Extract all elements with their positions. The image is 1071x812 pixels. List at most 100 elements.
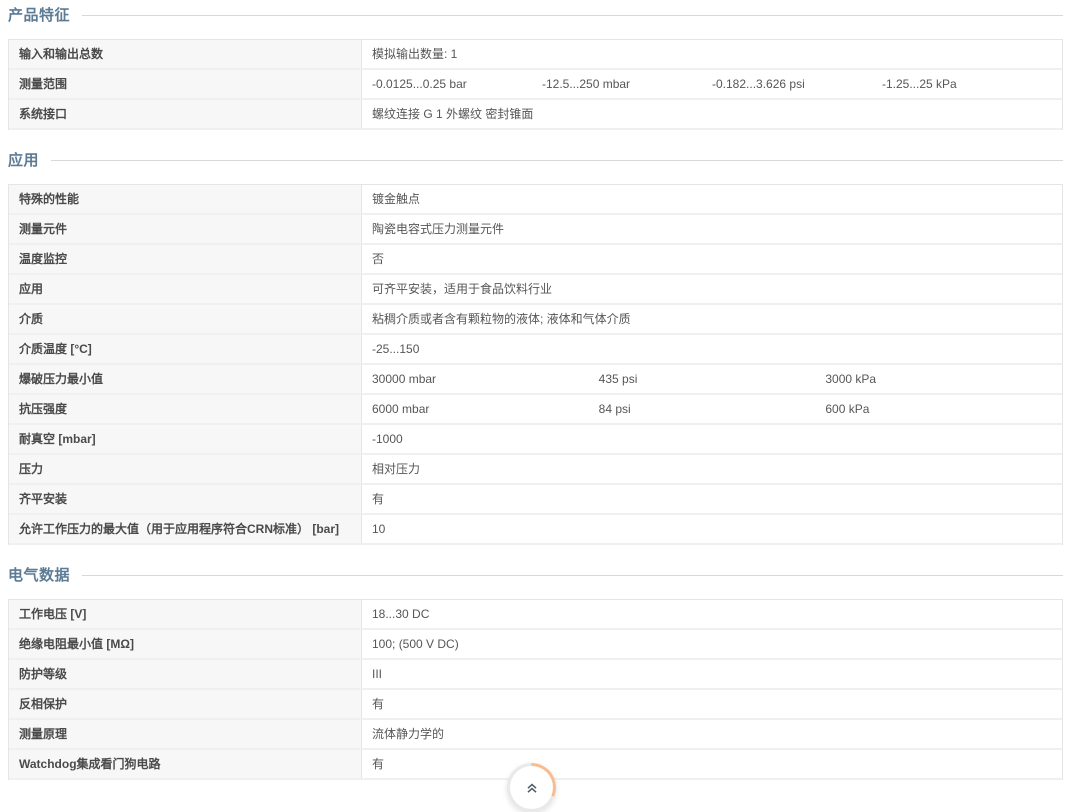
spec-table: 输入和输出总数模拟输出数量: 1测量范围-0.0125...0.25 bar-1… xyxy=(8,39,1063,130)
section-rule xyxy=(82,15,1063,16)
row-label: 绝缘电阻最小值 [MΩ] xyxy=(9,630,362,658)
table-row: 测量范围-0.0125...0.25 bar-12.5...250 mbar-0… xyxy=(9,70,1062,100)
row-label: Watchdog集成看门狗电路 xyxy=(9,750,362,778)
row-value: -1000 xyxy=(372,432,1052,447)
row-values: 有 xyxy=(362,750,1062,778)
table-row: 反相保护有 xyxy=(9,690,1062,720)
chevron-double-up-icon xyxy=(523,779,541,797)
row-value: -1.25...25 kPa xyxy=(882,77,1052,92)
row-value: 陶瓷电容式压力测量元件 xyxy=(372,222,1052,237)
row-label: 工作电压 [V] xyxy=(9,600,362,628)
table-row: 介质粘稠介质或者含有颗粒物的液体; 液体和气体介质 xyxy=(9,305,1062,335)
row-value: 30000 mbar xyxy=(372,372,599,387)
row-values: 10 xyxy=(362,515,1062,543)
table-row: 防护等级III xyxy=(9,660,1062,690)
row-label: 抗压强度 xyxy=(9,395,362,423)
row-value: 模拟输出数量: 1 xyxy=(372,47,1052,62)
row-label: 系统接口 xyxy=(9,100,362,128)
row-label: 应用 xyxy=(9,275,362,303)
row-values: 有 xyxy=(362,690,1062,718)
row-label: 压力 xyxy=(9,455,362,483)
table-row: 测量原理流体静力学的 xyxy=(9,720,1062,750)
row-label: 介质温度 [°C] xyxy=(9,335,362,363)
row-values: -1000 xyxy=(362,425,1062,453)
spec-table: 特殊的性能镀金触点测量元件陶瓷电容式压力测量元件温度监控否应用可齐平安装，适用于… xyxy=(8,184,1063,545)
row-label: 介质 xyxy=(9,305,362,333)
table-row: 介质温度 [°C] -25...150 xyxy=(9,335,1062,365)
product-spec-page: 产品特征输入和输出总数模拟输出数量: 1测量范围-0.0125...0.25 b… xyxy=(0,6,1071,812)
section-header: 产品特征 xyxy=(8,6,1063,25)
table-row: 应用可齐平安装，适用于食品饮料行业 xyxy=(9,275,1062,305)
table-row: 绝缘电阻最小值 [MΩ] 100; (500 V DC) xyxy=(9,630,1062,660)
section-title: 应用 xyxy=(8,151,39,170)
spec-section: 产品特征输入和输出总数模拟输出数量: 1测量范围-0.0125...0.25 b… xyxy=(8,6,1063,130)
row-values: 流体静力学的 xyxy=(362,720,1062,748)
row-value: 粘稠介质或者含有颗粒物的液体; 液体和气体介质 xyxy=(372,312,1052,327)
row-values: III xyxy=(362,660,1062,688)
row-values: 18...30 DC xyxy=(362,600,1062,628)
table-row: 特殊的性能镀金触点 xyxy=(9,185,1062,215)
row-values: 镀金触点 xyxy=(362,185,1062,213)
table-row: 测量元件陶瓷电容式压力测量元件 xyxy=(9,215,1062,245)
row-value: III xyxy=(372,667,1052,682)
row-label: 输入和输出总数 xyxy=(9,40,362,68)
row-value: 相对压力 xyxy=(372,462,1052,477)
row-value: -0.182...3.626 psi xyxy=(712,77,882,92)
row-value: 流体静力学的 xyxy=(372,727,1052,742)
row-label: 特殊的性能 xyxy=(9,185,362,213)
row-values: 100; (500 V DC) xyxy=(362,630,1062,658)
row-label: 测量元件 xyxy=(9,215,362,243)
sections-container: 产品特征输入和输出总数模拟输出数量: 1测量范围-0.0125...0.25 b… xyxy=(0,6,1071,780)
table-row: 耐真空 [mbar] -1000 xyxy=(9,425,1062,455)
row-values: 粘稠介质或者含有颗粒物的液体; 液体和气体介质 xyxy=(362,305,1062,333)
row-label: 测量范围 xyxy=(9,70,362,98)
row-value: 600 kPa xyxy=(825,402,1052,417)
row-values: 相对压力 xyxy=(362,455,1062,483)
row-values: 30000 mbar435 psi3000 kPa xyxy=(362,365,1062,393)
row-values: 6000 mbar84 psi600 kPa xyxy=(362,395,1062,423)
row-value: 否 xyxy=(372,252,1052,267)
scroll-to-top-button[interactable] xyxy=(507,763,556,812)
row-values: 螺纹连接 G 1 外螺纹 密封锥面 xyxy=(362,100,1062,128)
row-value: 有 xyxy=(372,697,1052,712)
row-label: 测量原理 xyxy=(9,720,362,748)
row-values: 可齐平安装，适用于食品饮料行业 xyxy=(362,275,1062,303)
section-header: 应用 xyxy=(8,151,1063,170)
row-value: -25...150 xyxy=(372,342,1052,357)
table-row: 爆破压力最小值30000 mbar435 psi3000 kPa xyxy=(9,365,1062,395)
table-row: 系统接口螺纹连接 G 1 外螺纹 密封锥面 xyxy=(9,100,1062,130)
table-row: 温度监控否 xyxy=(9,245,1062,275)
row-value: 100; (500 V DC) xyxy=(372,637,1052,652)
row-value: -12.5...250 mbar xyxy=(542,77,712,92)
row-values: 有 xyxy=(362,485,1062,513)
row-label: 反相保护 xyxy=(9,690,362,718)
table-row: 允许工作压力的最大值（用于应用程序符合CRN标准） [bar]10 xyxy=(9,515,1062,545)
row-value: 镀金触点 xyxy=(372,192,1052,207)
row-value: 有 xyxy=(372,492,1052,507)
row-value: 18...30 DC xyxy=(372,607,1052,622)
section-rule xyxy=(82,575,1063,576)
spec-section: 应用特殊的性能镀金触点测量元件陶瓷电容式压力测量元件温度监控否应用可齐平安装，适… xyxy=(8,151,1063,545)
row-value: 3000 kPa xyxy=(825,372,1052,387)
scroll-to-top-inner xyxy=(510,766,553,809)
table-row: 工作电压 [V] 18...30 DC xyxy=(9,600,1062,630)
row-value: 有 xyxy=(372,757,1052,772)
row-label: 齐平安装 xyxy=(9,485,362,513)
table-row: 抗压强度6000 mbar84 psi600 kPa xyxy=(9,395,1062,425)
row-values: 否 xyxy=(362,245,1062,273)
spec-table: 工作电压 [V] 18...30 DC 绝缘电阻最小值 [MΩ] 100; (500 … xyxy=(8,599,1063,780)
section-header: 电气数据 xyxy=(8,566,1063,585)
table-row: 齐平安装有 xyxy=(9,485,1062,515)
row-value: 84 psi xyxy=(599,402,826,417)
row-value: 螺纹连接 G 1 外螺纹 密封锥面 xyxy=(372,107,1052,122)
spec-section: 电气数据工作电压 [V] 18...30 DC 绝缘电阻最小值 [MΩ] 100; (… xyxy=(8,566,1063,780)
row-value: 435 psi xyxy=(599,372,826,387)
row-values: 陶瓷电容式压力测量元件 xyxy=(362,215,1062,243)
section-rule xyxy=(51,160,1063,161)
table-row: 输入和输出总数模拟输出数量: 1 xyxy=(9,40,1062,70)
row-value: 10 xyxy=(372,522,1052,537)
row-label: 耐真空 [mbar] xyxy=(9,425,362,453)
row-values: -25...150 xyxy=(362,335,1062,363)
row-values: 模拟输出数量: 1 xyxy=(362,40,1062,68)
section-title: 电气数据 xyxy=(8,566,70,585)
